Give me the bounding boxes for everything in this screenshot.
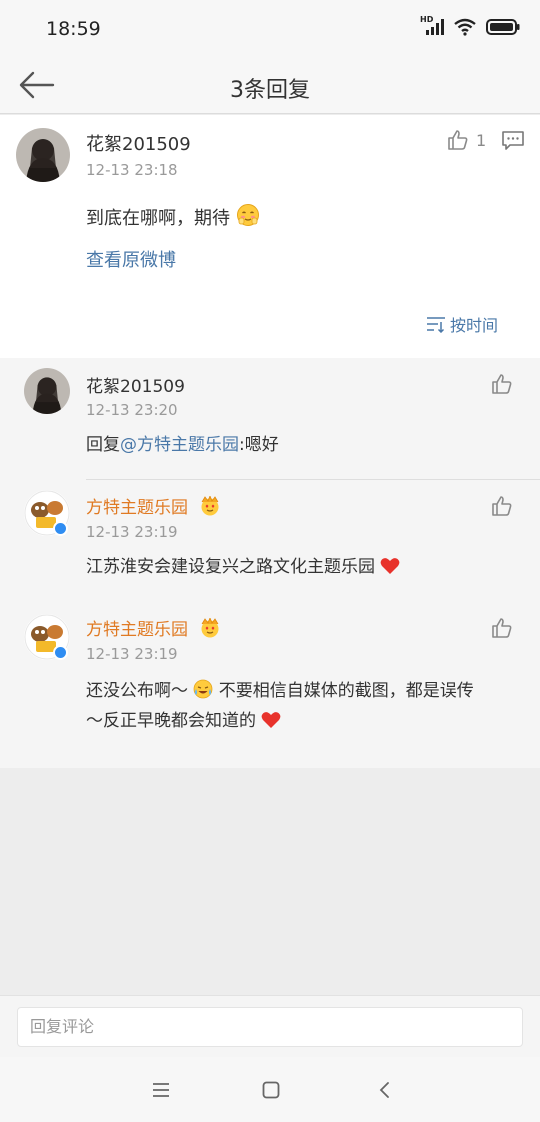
list-item: 方特主题乐园 12-13 23:19 江苏淮安会建设复兴之路文化主题乐园 <box>0 480 540 602</box>
like-button[interactable] <box>490 494 514 518</box>
user-name[interactable]: 方特主题乐园 <box>86 493 221 521</box>
heart-emoji <box>380 557 400 580</box>
like-button[interactable]: 1 <box>446 128 486 152</box>
reply-text-line2: ～反正早晚都会知道的 <box>86 706 281 734</box>
replies-list: 花絮201509 12-13 23:20 回复@方特主题乐园:嗯好 方特主题乐园… <box>0 358 540 768</box>
square-icon <box>262 1081 280 1099</box>
chevron-left-icon <box>379 1082 389 1098</box>
status-bar: 18:59 HD <box>0 0 540 56</box>
battery-icon <box>486 18 520 36</box>
menu-button[interactable] <box>148 1077 174 1103</box>
reply-comment-button[interactable] <box>501 130 525 156</box>
status-time: 18:59 <box>46 18 101 40</box>
vip-user-name: 方特主题乐园 <box>86 620 188 640</box>
laugh-cry-emoji <box>193 679 213 704</box>
reply-body: :嗯好 <box>239 435 279 455</box>
sort-label: 按时间 <box>450 316 499 335</box>
user-name[interactable]: 方特主题乐园 <box>86 615 221 643</box>
reply-body-part1: 还没公布啊～ <box>86 681 188 701</box>
status-icons: HD <box>420 15 520 36</box>
user-name[interactable]: 花絮201509 <box>86 130 191 156</box>
view-original-link[interactable]: 查看原微博 <box>86 246 176 272</box>
comment-icon <box>502 131 524 150</box>
main-comment: 花絮201509 12-13 23:18 1 到底在哪啊，期待 查看原微博 按时… <box>0 115 540 358</box>
shy-smile-emoji <box>236 203 260 232</box>
list-item: 花絮201509 12-13 23:20 回复@方特主题乐园:嗯好 <box>0 358 540 480</box>
reply-body: 江苏淮安会建设复兴之路文化主题乐园 <box>86 557 375 577</box>
reply-text: 江苏淮安会建设复兴之路文化主题乐园 <box>86 552 400 580</box>
timestamp: 12-13 23:19 <box>86 645 178 663</box>
home-button[interactable] <box>258 1077 284 1103</box>
verified-badge <box>53 645 68 660</box>
timestamp: 12-13 23:20 <box>86 401 178 419</box>
sort-button[interactable]: 按时间 <box>426 312 498 336</box>
crown-icon <box>199 494 221 521</box>
system-back-button[interactable] <box>372 1077 398 1103</box>
reply-body-line2: ～反正早晚都会知道的 <box>86 711 256 731</box>
like-button[interactable] <box>490 616 514 640</box>
thumbs-up-icon <box>492 618 512 638</box>
user-name[interactable]: 花絮201509 <box>86 372 185 397</box>
reply-prefix: 回复 <box>86 435 120 455</box>
comment-text: 到底在哪啊，期待 <box>86 203 260 232</box>
list-item: 方特主题乐园 12-13 23:19 还没公布啊～ 不要相信自媒体的截图，都是误… <box>0 602 540 768</box>
reply-text: 回复@方特主题乐园:嗯好 <box>86 430 279 455</box>
thumbs-up-icon <box>492 374 512 394</box>
page-title: 3条回复 <box>230 78 310 103</box>
crown-icon <box>199 616 221 643</box>
sort-icon <box>427 317 445 333</box>
wifi-icon <box>454 18 476 36</box>
network-type-label: HD <box>420 15 434 24</box>
reply-text: 还没公布啊～ 不要相信自媒体的截图，都是误传 <box>86 676 474 704</box>
timestamp: 12-13 23:19 <box>86 523 178 541</box>
verified-badge <box>53 521 68 536</box>
avatar[interactable] <box>16 128 70 182</box>
like-count: 1 <box>476 130 487 150</box>
menu-icon <box>153 1083 169 1097</box>
reply-bar: 回复评论 <box>0 995 540 1057</box>
heart-emoji <box>261 711 281 734</box>
thumbs-up-icon <box>448 130 468 150</box>
system-nav-bar <box>0 1057 540 1122</box>
reply-input[interactable]: 回复评论 <box>17 1007 523 1047</box>
signal-icon: HD <box>420 15 444 36</box>
avatar[interactable] <box>24 368 70 414</box>
vip-user-name: 方特主题乐园 <box>86 498 188 518</box>
nav-bar: 3条回复 <box>0 56 540 114</box>
mention-link[interactable]: @方特主题乐园 <box>120 435 239 455</box>
reply-body-part2: 不要相信自媒体的截图，都是误传 <box>213 681 474 701</box>
thumbs-up-icon <box>492 496 512 516</box>
timestamp: 12-13 23:18 <box>86 161 178 179</box>
comment-body: 到底在哪啊，期待 <box>86 208 230 229</box>
like-button[interactable] <box>490 372 514 396</box>
